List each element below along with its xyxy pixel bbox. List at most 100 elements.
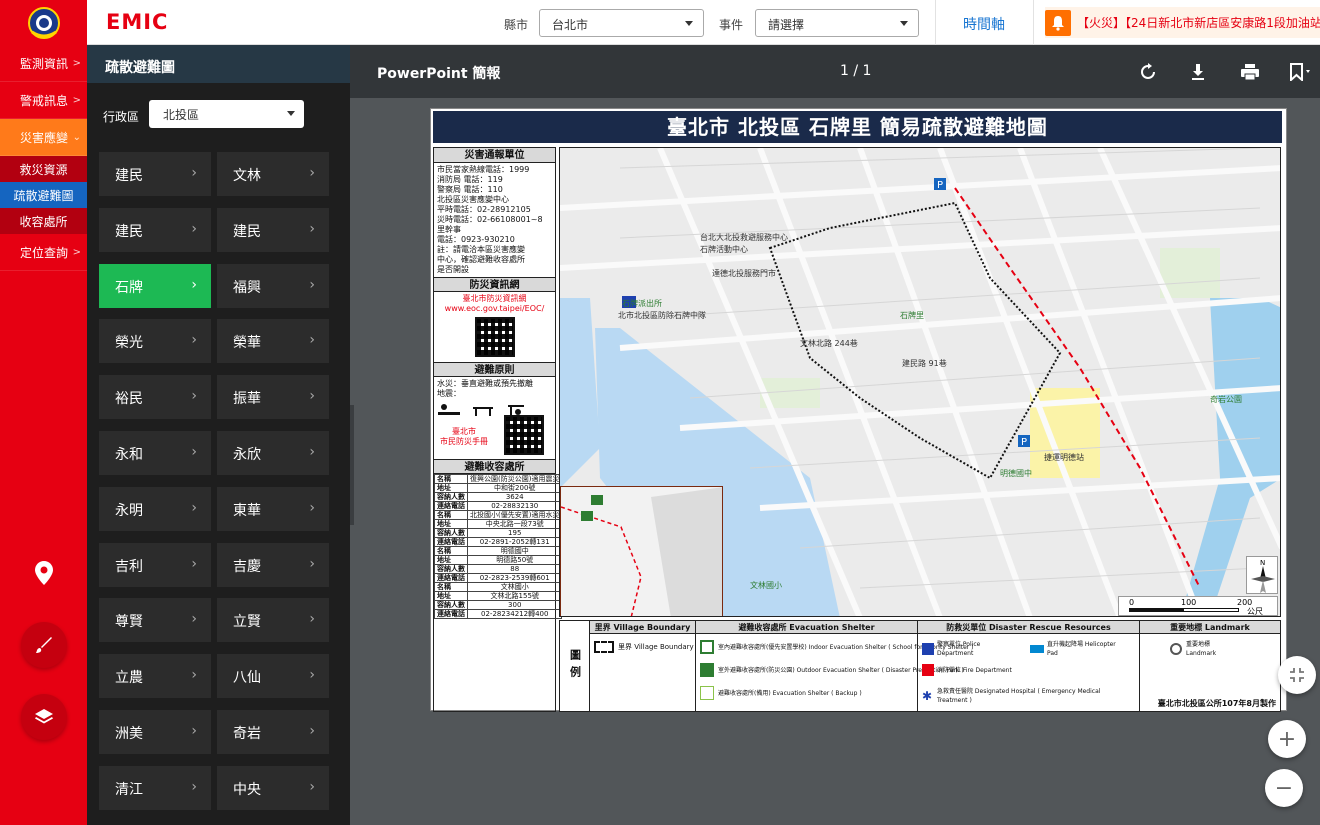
rail-item-label: 定位查詢	[20, 245, 69, 260]
scale-zero: 0	[1129, 598, 1135, 607]
brand-title[interactable]: EMIC	[106, 10, 168, 34]
village-tile[interactable]: 中央 ›	[217, 765, 329, 810]
event-label: 事件	[719, 18, 744, 32]
village-tile[interactable]: 清江 ›	[99, 765, 211, 810]
alert-ticker[interactable]: 【火災】【24日新北市新店區安康路1段加油站火	[1045, 7, 1320, 38]
village-tile-label: 建民	[115, 223, 143, 240]
village-tile-label: 吉慶	[233, 558, 261, 575]
village-tile[interactable]: 福興 ›	[217, 263, 329, 308]
village-tile[interactable]: 尊賢 ›	[99, 598, 211, 643]
chevron-right-icon: ›	[309, 276, 315, 293]
zoom-out-button[interactable]: −	[1265, 769, 1303, 807]
legend-landmark: 重要地標 Landmark 重要地標 Landmark 臺北市北投區公所107年…	[1140, 621, 1280, 711]
village-tile-label: 洲美	[115, 726, 143, 742]
location-pin-button[interactable]	[31, 560, 57, 586]
village-tile[interactable]: 建民 ›	[99, 207, 211, 252]
rail-item-location-query[interactable]: 定位查詢 >	[0, 234, 87, 271]
compass-icon: N	[1251, 559, 1275, 593]
village-tile-label: 建民	[233, 223, 261, 240]
city-select[interactable]: 台北市	[539, 9, 704, 37]
rail-sub-evacuation-map[interactable]: 疏散避難圖	[0, 182, 87, 208]
village-tile[interactable]: 永和 ›	[99, 431, 211, 475]
contact-line: 電話：0923-930210	[437, 235, 515, 244]
event-select[interactable]: 請選擇	[755, 9, 919, 37]
village-tile[interactable]: 洲美 ›	[99, 710, 211, 754]
rail-item-label: 監測資訊	[20, 56, 69, 71]
shelter-value: 復興公園(防災公園)適用震災	[466, 474, 563, 484]
rail-item-monitoring[interactable]: 監測資訊 >	[0, 45, 87, 82]
rotate-button[interactable]	[1135, 59, 1161, 85]
village-tile[interactable]: 立賢 ›	[217, 598, 329, 643]
shelter-value: 文林國小	[466, 582, 563, 592]
legend-mark: 圖例	[560, 621, 590, 711]
alert-bell-icon	[1045, 9, 1071, 36]
village-tile[interactable]: 建民 ›	[99, 152, 211, 196]
village-tile[interactable]: 石牌 ›	[99, 263, 211, 308]
village-tile[interactable]: 永明 ›	[99, 486, 211, 531]
village-tile[interactable]: 東華 ›	[217, 486, 329, 531]
handbook-line: 臺北市	[452, 427, 476, 436]
shelter-row: 地址 明德路50號	[434, 555, 563, 565]
backup-shelter-icon	[700, 686, 714, 700]
hospital-icon: ✱	[922, 689, 933, 703]
rail-item-label: 災害應變	[20, 130, 69, 145]
shelter-key: 容納人數	[434, 492, 468, 502]
village-tile[interactable]: 文林 ›	[217, 152, 329, 196]
village-tile[interactable]: 振華 ›	[217, 375, 329, 420]
village-tile[interactable]: 榮光 ›	[99, 319, 211, 364]
village-tile[interactable]: 立農 ›	[99, 654, 211, 699]
page-indicator: 1 / 1	[840, 63, 872, 79]
contact-line: 北投區災害應變中心	[437, 195, 509, 204]
svg-text:N: N	[1260, 559, 1265, 567]
contact-line: 是否開設	[437, 265, 469, 274]
village-tile[interactable]: 裕民 ›	[99, 375, 211, 420]
principle-line: 水災：垂直避難或預先撤離	[437, 379, 533, 388]
emblem-logo[interactable]	[0, 0, 87, 45]
bookmark-button[interactable]	[1288, 59, 1314, 85]
rail-sub-shelters[interactable]: 收容處所	[0, 208, 87, 234]
chevron-right-icon: >	[72, 94, 81, 106]
village-tile[interactable]: 吉慶 ›	[217, 542, 329, 587]
street-map[interactable]: P P 石牌派出所 北市北投區防除石牌中隊 台北大北投救避服務中心 石牌活動中心 達德北…	[559, 147, 1281, 617]
shelter-row: 連絡電話 02-28832130	[434, 501, 563, 511]
rail-item-warnings[interactable]: 警戒訊息 >	[0, 82, 87, 119]
chevron-right-icon: ›	[191, 276, 197, 293]
document-viewer: PowerPoint 簡報 1 / 1 臺北市 北投區 石牌里 簡易疏散避難地圖…	[350, 45, 1320, 825]
zoom-in-button[interactable]: +	[1268, 720, 1306, 758]
district-select[interactable]: 北投區	[149, 100, 304, 128]
village-tile[interactable]: 吉利 ›	[99, 542, 211, 587]
village-tile-label: 中央	[233, 781, 261, 798]
village-tile[interactable]: 奇岩 ›	[217, 710, 329, 754]
print-button[interactable]	[1237, 59, 1263, 85]
fit-page-button[interactable]	[1278, 656, 1316, 694]
legend-rescue-entry: 消防單位 Fire Department	[922, 664, 1017, 676]
panel-title: 疏散避難圖	[87, 45, 350, 83]
download-button[interactable]	[1185, 59, 1211, 85]
village-tile-label: 永明	[115, 502, 143, 519]
rail-item-disaster-response[interactable]: 災害應變 ⌄	[0, 119, 87, 156]
layers-button[interactable]	[21, 694, 67, 740]
rail-sub-rescue-resources[interactable]: 救災資源	[0, 156, 87, 182]
village-tile-label: 建民	[115, 168, 143, 184]
draw-tool-button[interactable]	[21, 622, 67, 668]
village-tile-label: 石牌	[115, 279, 143, 296]
layers-icon	[35, 709, 53, 724]
village-tile[interactable]: 八仙 ›	[217, 654, 329, 699]
minus-icon: −	[1274, 775, 1294, 801]
legend-rescue-entry: ✱ 急救責任醫院 Designated Hospital ( Emergency…	[922, 687, 1132, 705]
village-tile[interactable]: 建民 ›	[217, 207, 329, 252]
shelter-key: 名稱	[434, 546, 468, 556]
scale-bar: 0 100 200 公尺	[1118, 596, 1278, 616]
shelter-value: 中央北路一段73號	[466, 519, 563, 529]
chevron-right-icon: ›	[309, 555, 315, 572]
legend-shelter-entry: 避難收容處所(備用) Evacuation Shelter ( Backup )	[700, 686, 862, 700]
timeline-link[interactable]: 時間軸	[963, 14, 1005, 34]
rail-menu: 監測資訊 > 警戒訊息 > 災害應變 ⌄ 救災資源 疏散避難圖 收容處所 定位查…	[0, 45, 87, 271]
header-divider	[1033, 0, 1034, 45]
legend-text: 里界 Village Boundary	[618, 642, 694, 651]
village-tile[interactable]: 永欣 ›	[217, 431, 329, 475]
shelter-key: 地址	[434, 591, 468, 601]
sidebar-toggle[interactable]	[350, 405, 354, 525]
contact-line: 註：請電洽本區災害應變	[437, 245, 525, 254]
village-tile[interactable]: 榮華 ›	[217, 319, 329, 364]
